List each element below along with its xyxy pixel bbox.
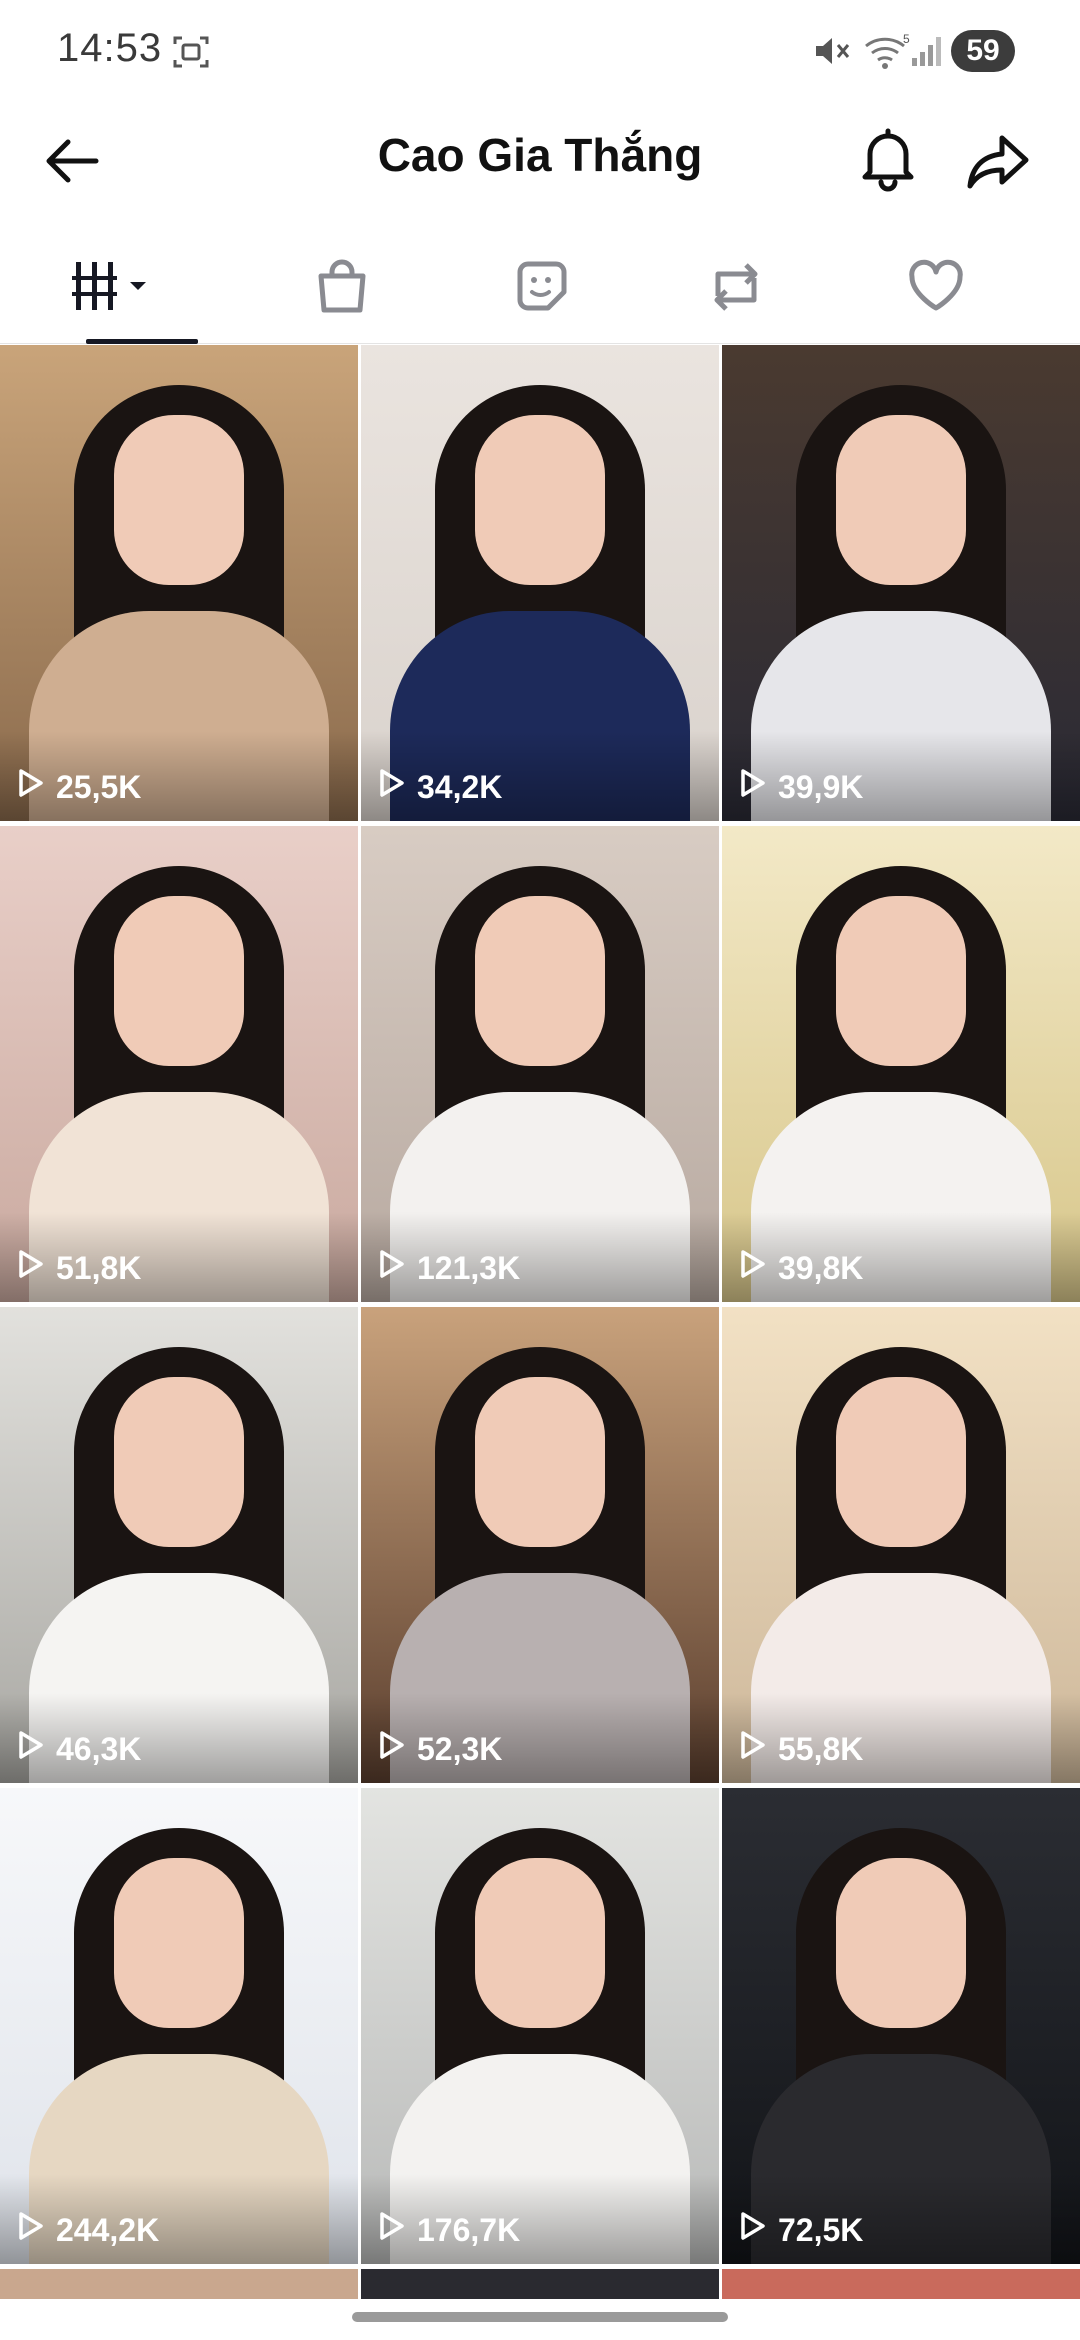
profile-screen: 14:53 5 59 Cao Gia Thắng 25,5K 34,2K 39,…: [0, 0, 1080, 2340]
profile-header: Cao Gia Thắng: [0, 100, 1080, 220]
view-count-label: 39,9K: [778, 768, 864, 805]
thumbnail-face: [836, 415, 966, 585]
status-bar: 14:53 5 59: [0, 0, 1080, 100]
video-thumbnail[interactable]: 25,5K: [0, 345, 358, 821]
play-icon: [736, 2210, 778, 2250]
view-count-label: 121,3K: [417, 1249, 521, 1286]
view-count-label: 52,3K: [417, 1730, 503, 1767]
thumbnail-face: [114, 1858, 244, 2028]
home-indicator[interactable]: [352, 2312, 728, 2322]
thumbnail-face: [475, 415, 605, 585]
play-icon: [375, 767, 417, 807]
tab-stickers[interactable]: [432, 228, 648, 344]
video-thumbnail[interactable]: 39,8K: [722, 826, 1080, 1302]
thumbnail-face: [836, 1858, 966, 2028]
profile-tabs: [0, 228, 1080, 344]
video-thumbnail[interactable]: 176,7K: [361, 1788, 719, 2264]
tab-reposts[interactable]: [648, 228, 864, 344]
video-grid: 25,5K 34,2K 39,9K 51,8K 121,3K 39,8K 46,3K 52,3…: [0, 345, 1080, 2340]
sticker-icon: [517, 261, 567, 311]
view-count-label: 176,7K: [417, 2211, 521, 2248]
play-icon: [736, 1248, 778, 1288]
view-count-label: 72,5K: [778, 2211, 864, 2248]
view-count: 52,3K: [375, 1729, 502, 1769]
view-count-label: 25,5K: [56, 768, 142, 805]
screenshot-icon: [173, 36, 209, 68]
tab-videos[interactable]: [0, 228, 216, 344]
view-count: 55,8K: [736, 1729, 863, 1769]
bell-icon[interactable]: [852, 122, 924, 194]
status-time: 14:53: [57, 26, 163, 70]
thumbnail-face: [114, 415, 244, 585]
thumbnail-face: [836, 1377, 966, 1547]
view-count-label: 244,2K: [56, 2211, 160, 2248]
view-count: 39,9K: [736, 767, 863, 807]
view-count: 25,5K: [14, 767, 141, 807]
play-icon: [14, 1729, 56, 1769]
view-count-label: 39,8K: [778, 1249, 864, 1286]
play-icon: [736, 1729, 778, 1769]
view-count: 244,2K: [14, 2210, 159, 2250]
thumbnail-face: [475, 1377, 605, 1547]
video-thumbnail-partial[interactable]: [361, 2269, 719, 2299]
thumbnail-face: [114, 896, 244, 1066]
shopping-bag-icon: [318, 259, 366, 313]
video-thumbnail[interactable]: 244,2K: [0, 1788, 358, 2264]
video-thumbnail[interactable]: 34,2K: [361, 345, 719, 821]
play-icon: [375, 2210, 417, 2250]
grid-icon: [72, 262, 146, 310]
video-thumbnail[interactable]: 121,3K: [361, 826, 719, 1302]
view-count-label: 34,2K: [417, 768, 503, 805]
active-tab-indicator: [86, 339, 198, 344]
video-thumbnail[interactable]: 72,5K: [722, 1788, 1080, 2264]
play-icon: [375, 1248, 417, 1288]
thumbnail-face: [114, 1377, 244, 1547]
tab-liked[interactable]: [864, 228, 1080, 344]
view-count: 51,8K: [14, 1248, 141, 1288]
view-count-label: 46,3K: [56, 1730, 142, 1767]
repost-icon: [714, 263, 758, 311]
play-icon: [14, 767, 56, 807]
video-thumbnail[interactable]: 46,3K: [0, 1307, 358, 1783]
video-thumbnail-partial[interactable]: [722, 2269, 1080, 2299]
svg-text:5: 5: [903, 32, 910, 46]
play-icon: [736, 767, 778, 807]
view-count-label: 51,8K: [56, 1249, 142, 1286]
play-icon: [375, 1729, 417, 1769]
chevron-down-icon: [130, 282, 146, 290]
video-thumbnail[interactable]: 39,9K: [722, 345, 1080, 821]
signal-icon: [912, 37, 941, 66]
video-thumbnail[interactable]: 52,3K: [361, 1307, 719, 1783]
mute-icon: [816, 38, 850, 64]
play-icon: [14, 1248, 56, 1288]
tab-shop[interactable]: [216, 228, 432, 344]
back-arrow-icon[interactable]: [38, 125, 110, 197]
battery-indicator: 59: [951, 30, 1015, 72]
thumbnail-face: [836, 896, 966, 1066]
video-thumbnail[interactable]: 51,8K: [0, 826, 358, 1302]
thumbnail-face: [475, 1858, 605, 2028]
share-icon[interactable]: [962, 124, 1034, 196]
video-thumbnail[interactable]: 55,8K: [722, 1307, 1080, 1783]
view-count: 34,2K: [375, 767, 502, 807]
view-count: 72,5K: [736, 2210, 863, 2250]
play-icon: [14, 2210, 56, 2250]
heart-icon: [909, 259, 963, 311]
view-count: 46,3K: [14, 1729, 141, 1769]
view-count: 39,8K: [736, 1248, 863, 1288]
status-icons: 5 59: [780, 28, 1080, 74]
view-count: 176,7K: [375, 2210, 520, 2250]
thumbnail-face: [475, 896, 605, 1066]
page-title: Cao Gia Thắng: [377, 129, 703, 181]
view-count: 121,3K: [375, 1248, 520, 1288]
view-count-label: 55,8K: [778, 1730, 864, 1767]
video-thumbnail-partial[interactable]: [0, 2269, 358, 2299]
wifi-icon: 5: [865, 32, 910, 69]
